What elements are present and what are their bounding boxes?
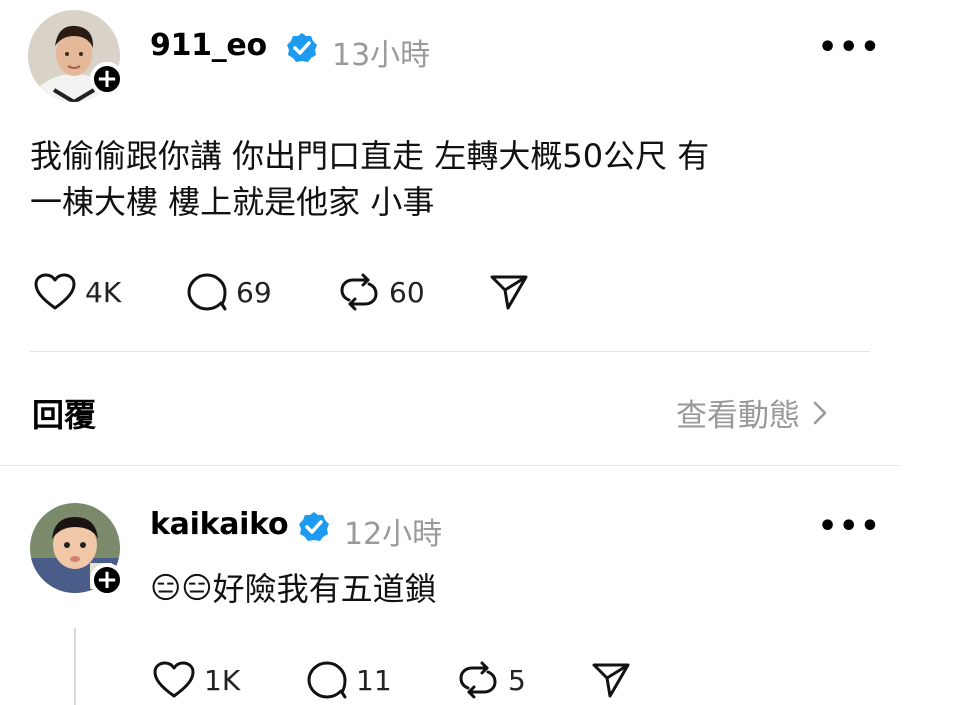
- repost-count: 5: [508, 663, 526, 697]
- like-button[interactable]: 1K: [152, 660, 240, 700]
- repost-button[interactable]: 5: [456, 660, 526, 700]
- comment-button[interactable]: 11: [306, 660, 392, 700]
- share-icon: [592, 663, 630, 698]
- repost-count: 60: [389, 275, 425, 309]
- repost-button[interactable]: 60: [337, 272, 425, 312]
- post-text-line: 一棟大樓 樓上就是他家 小事: [30, 183, 435, 221]
- view-activity-label: 查看動態: [676, 398, 800, 434]
- post-text: 我偷偷跟你講 你出門口直走 左轉大概50公尺 有 一棟大樓 樓上就是他家 小事: [30, 133, 890, 225]
- thread-line: [74, 628, 76, 705]
- heart-icon: [34, 273, 76, 310]
- comment-count: 69: [236, 275, 272, 309]
- post-text-line: 我偷偷跟你講 你出門口直走 左轉大概50公尺 有: [30, 137, 710, 175]
- repost-icon: [459, 661, 497, 699]
- comment-count: 11: [356, 663, 392, 697]
- like-count: 4K: [85, 275, 122, 309]
- share-icon: [490, 275, 528, 310]
- reply-username[interactable]: kaikaiko: [150, 507, 289, 542]
- reply-emoji: 😑😑: [150, 571, 213, 606]
- like-button[interactable]: 4K: [33, 272, 121, 312]
- replies-title: 回覆: [32, 396, 97, 434]
- more-icon[interactable]: •••: [818, 30, 882, 65]
- post-time: 13小時: [332, 38, 431, 73]
- reply-message: 好險我有五道鎖: [212, 570, 437, 608]
- reply-time: 12小時: [344, 517, 443, 552]
- follow-plus-icon[interactable]: +: [90, 563, 124, 597]
- divider: [30, 351, 870, 352]
- post-username[interactable]: 911_eo: [150, 28, 267, 63]
- more-icon[interactable]: •••: [818, 509, 882, 544]
- view-activity-link[interactable]: 查看動態: [676, 390, 830, 435]
- like-count: 1K: [204, 663, 241, 697]
- comment-icon: [187, 273, 227, 311]
- verified-badge-icon: [287, 33, 317, 62]
- repost-icon: [340, 273, 378, 311]
- reply-text: 😑😑 好險我有五道鎖: [150, 566, 437, 612]
- comment-icon: [307, 661, 347, 699]
- divider: [0, 465, 900, 466]
- verified-badge-icon: [299, 512, 329, 541]
- comment-button[interactable]: 69: [186, 272, 272, 312]
- heart-icon: [153, 661, 195, 698]
- chevron-right-icon: [813, 401, 827, 424]
- share-button[interactable]: [488, 272, 530, 312]
- follow-plus-icon[interactable]: +: [90, 62, 124, 96]
- share-button[interactable]: [590, 660, 632, 700]
